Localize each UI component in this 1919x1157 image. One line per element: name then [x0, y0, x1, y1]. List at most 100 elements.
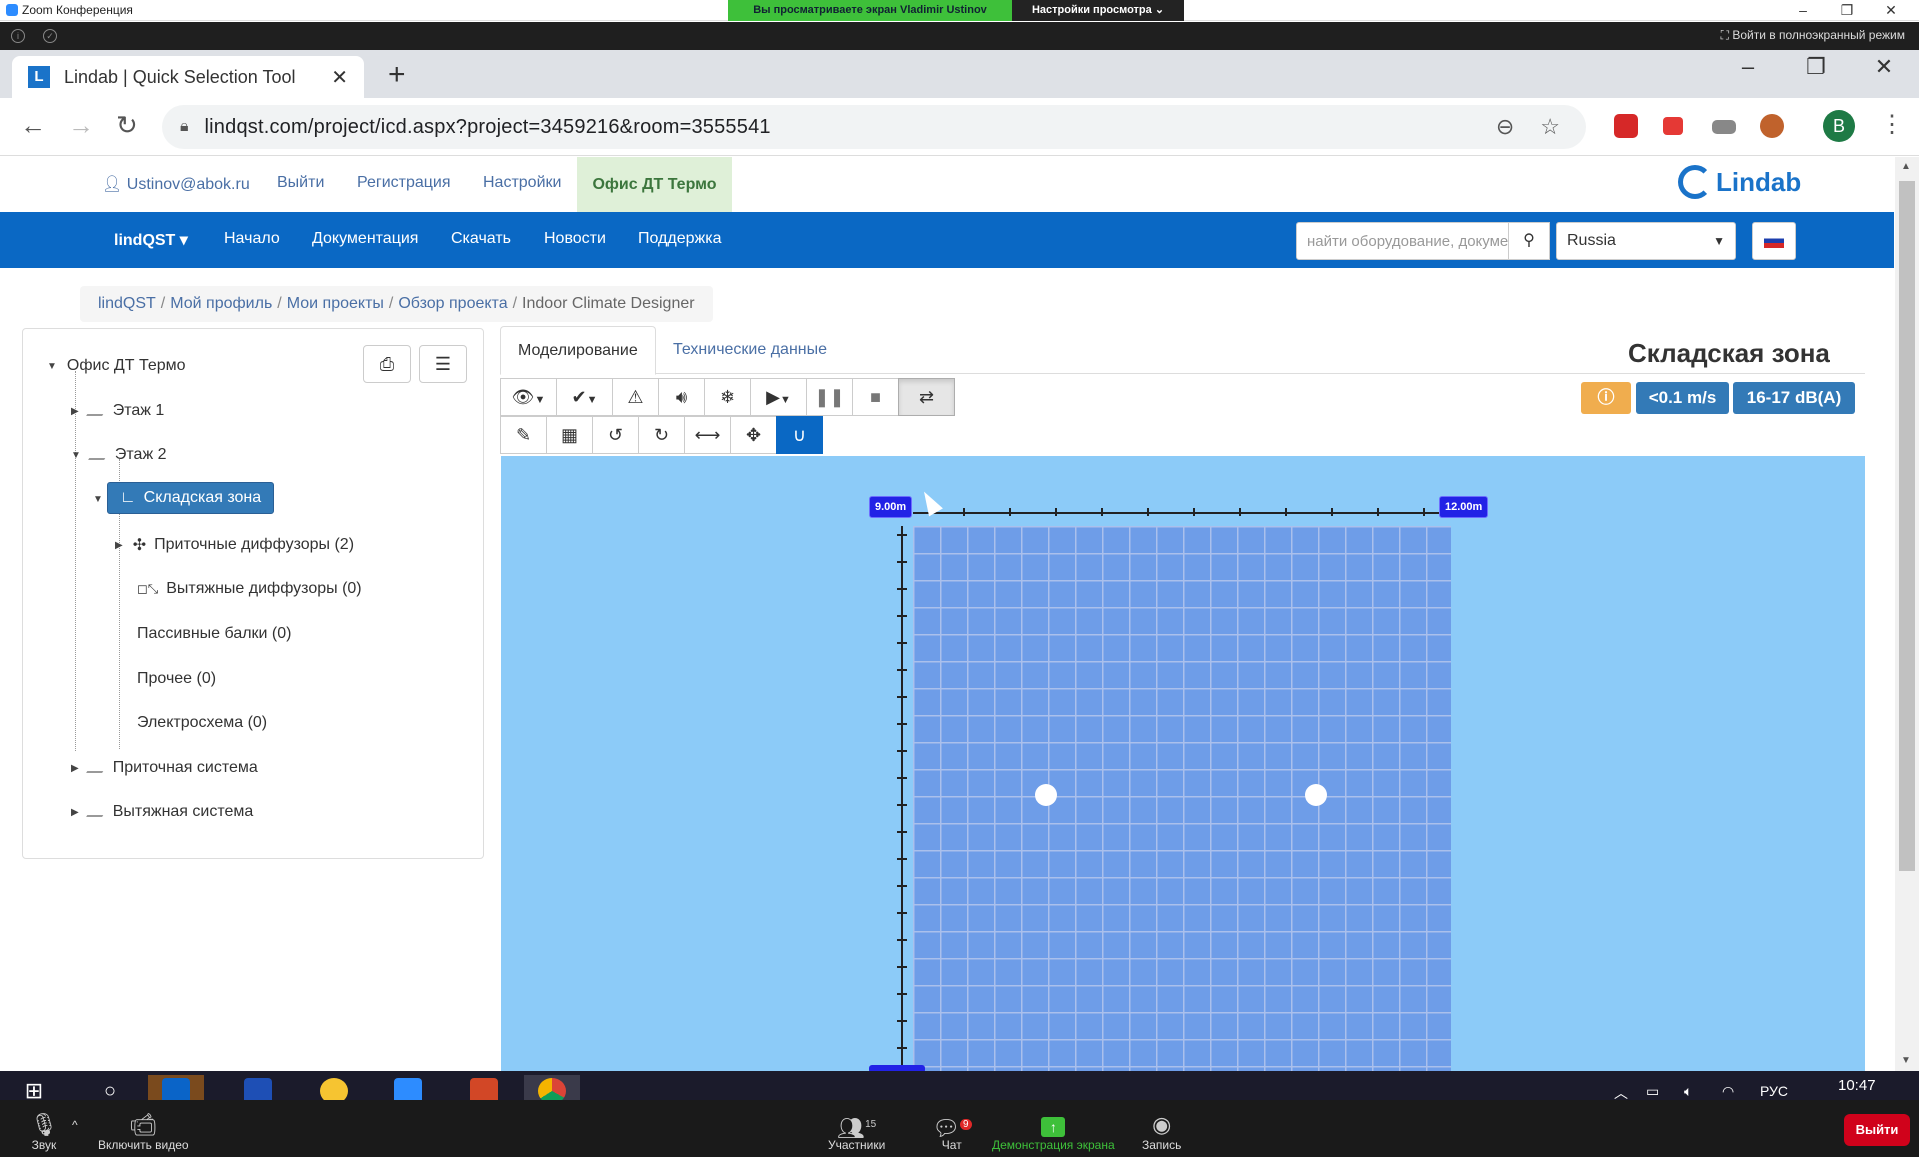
view-dropdown[interactable]: 👁︎▼ — [500, 378, 557, 416]
tree-floor-2[interactable]: ▼ Этаж 2 — [71, 446, 167, 464]
office-link[interactable]: Офис ДТ Термо — [577, 157, 732, 212]
language-flag-button[interactable] — [1752, 222, 1796, 260]
scroll-down-icon[interactable]: ▼ — [1901, 1055, 1911, 1066]
language-indicator[interactable]: РУС — [1760, 1083, 1788, 1099]
settings-link[interactable]: Настройки — [483, 174, 561, 192]
caret-right-icon[interactable]: ▶ — [115, 540, 123, 551]
tab-technical-data[interactable]: Технические данные — [656, 326, 844, 374]
forward-icon[interactable]: → — [68, 110, 94, 141]
supply-diffuser-marker[interactable] — [1035, 784, 1057, 806]
room-floor-grid[interactable] — [913, 526, 1451, 1071]
participants-button[interactable]: 👥︎15 Участники — [828, 1112, 885, 1152]
tree-exhaust-system[interactable]: ▶ Вытяжная система — [71, 803, 253, 821]
clock[interactable]: 10:47 — [1838, 1077, 1876, 1094]
stop-button[interactable]: ■ — [852, 378, 899, 416]
grid-button[interactable]: ▦ — [546, 416, 593, 454]
country-select[interactable]: Russia ▼ — [1556, 222, 1736, 260]
resize-horizontal-button[interactable]: ⟷ — [684, 416, 731, 454]
tree-passive-beams[interactable]: Пассивные балки (0) — [137, 625, 291, 643]
omnibox[interactable]: 🔒︎ lindqst.com/project/icd.aspx?project=… — [162, 105, 1586, 149]
browser-close-icon[interactable]: ✕ — [1856, 54, 1912, 80]
video-button[interactable]: 📹︎ Включить видео — [98, 1112, 189, 1152]
breadcrumb-projects[interactable]: Мои проекты — [287, 295, 384, 313]
tree-supply-diffusers[interactable]: ▶ ✣ Приточные диффузоры (2) — [115, 535, 354, 555]
swap-button[interactable]: ⇄ — [898, 378, 955, 416]
scrollbar-thumb[interactable] — [1899, 181, 1915, 871]
info-warning-badge[interactable]: ⓘ — [1581, 382, 1631, 414]
extension-icon[interactable] — [1663, 117, 1683, 135]
volume-icon[interactable]: 🔈︎ — [1684, 1083, 1692, 1100]
caret-down-icon[interactable]: ▼ — [93, 494, 103, 505]
fullscreen-button[interactable]: ⛶ Войти в полноэкранный режим — [1721, 28, 1905, 43]
bookmark-star-icon[interactable]: ☆ — [1540, 114, 1560, 140]
move-button[interactable]: ✥ — [730, 416, 777, 454]
ruler-label-right[interactable]: 12.00m — [1439, 496, 1489, 518]
caret-right-icon[interactable]: ▶ — [71, 406, 79, 417]
more-menu-icon[interactable]: ⋮ — [1880, 110, 1904, 139]
extension-icon[interactable] — [1712, 120, 1736, 134]
breadcrumb-profile[interactable]: Мой профиль — [170, 295, 272, 313]
browser-minimize-icon[interactable]: – — [1720, 54, 1776, 80]
search-icon[interactable]: ⚲ — [1508, 222, 1550, 260]
breadcrumb-lindqst[interactable]: lindQST — [98, 295, 156, 313]
register-link[interactable]: Регистрация — [357, 174, 451, 192]
wifi-icon[interactable]: ◠ — [1722, 1083, 1734, 1100]
menu-button[interactable]: ☰ — [419, 345, 467, 383]
tree-other[interactable]: Прочее (0) — [137, 670, 216, 688]
tree-zone-selected[interactable]: ∟ Складская зона — [107, 482, 275, 514]
tree-root[interactable]: ▼ Офис ДТ Термо — [47, 357, 186, 375]
tree-exhaust-diffusers[interactable]: ◻⤡ Вытяжные диффузоры (0) — [137, 580, 362, 598]
new-tab-icon[interactable]: + — [388, 58, 406, 92]
record-button[interactable]: ◉ Запись — [1142, 1112, 1181, 1152]
ruler-label-left[interactable]: 9.00m — [869, 496, 913, 518]
scroll-up-icon[interactable]: ▲ — [1901, 161, 1911, 172]
nav-news[interactable]: Новости — [544, 230, 606, 248]
close-icon[interactable]: ✕ — [1869, 0, 1913, 21]
draw-button[interactable]: ✎ — [500, 416, 547, 454]
caret-right-icon[interactable]: ▶ — [71, 807, 79, 818]
check-dropdown[interactable]: ✔▼ — [556, 378, 613, 416]
tab-modeling[interactable]: Моделирование — [500, 326, 656, 375]
pause-button[interactable]: ❚❚ — [806, 378, 853, 416]
logout-link[interactable]: Выйти — [277, 174, 324, 192]
tree-floor-1[interactable]: ▶ Этаж 1 — [71, 402, 164, 420]
nav-docs[interactable]: Документация — [312, 230, 418, 248]
play-dropdown[interactable]: ▶▼ — [750, 378, 807, 416]
info-icon[interactable]: i — [11, 29, 25, 43]
magnet-button[interactable]: ∪ — [776, 416, 823, 454]
chat-button[interactable]: 💬︎ 9 Чат — [932, 1112, 972, 1152]
rotate-right-button[interactable]: ↻ — [638, 416, 685, 454]
profile-avatar[interactable]: B — [1823, 110, 1855, 142]
minimize-icon[interactable]: – — [1781, 0, 1825, 21]
browser-tab[interactable]: L Lindab | Quick Selection Tool ✕ — [12, 56, 364, 98]
browser-restore-icon[interactable]: ❐ — [1788, 54, 1844, 80]
print-button[interactable]: ⎙ — [363, 345, 411, 383]
tree-supply-system[interactable]: ▶ Приточная система — [71, 759, 258, 777]
back-icon[interactable]: ← — [20, 110, 46, 141]
lindab-logo[interactable]: Lindab — [1678, 165, 1801, 199]
extension-icon[interactable] — [1760, 114, 1784, 138]
nav-home[interactable]: Начало — [224, 230, 280, 248]
restore-icon[interactable]: ❐ — [1825, 0, 1869, 21]
nav-support[interactable]: Поддержка — [638, 230, 721, 248]
audio-options-icon[interactable]: ^ — [72, 1118, 78, 1132]
shield-icon[interactable]: ✓ — [43, 29, 57, 43]
supply-diffuser-marker[interactable] — [1305, 784, 1327, 806]
tree-electric[interactable]: Электросхема (0) — [137, 714, 267, 732]
extension-icon[interactable] — [1614, 114, 1638, 138]
audio-button[interactable]: 🎙︎ Звук — [30, 1112, 58, 1152]
caret-right-icon[interactable]: ▶ — [71, 763, 79, 774]
share-screen-button[interactable]: ↑ Демонстрация экрана — [992, 1112, 1115, 1152]
page-scrollbar[interactable]: ▲ ▼ — [1895, 157, 1919, 1071]
room-canvas[interactable]: 9.00m 12.00m — [501, 456, 1865, 1071]
warning-button[interactable]: ⚠ — [612, 378, 659, 416]
tab-close-icon[interactable]: ✕ — [331, 65, 348, 90]
zoom-out-icon[interactable]: ⊖ — [1496, 114, 1514, 140]
caret-down-icon[interactable]: ▼ — [47, 361, 57, 372]
user-email-link[interactable]: 👤︎ Ustinov@abok.ru — [102, 174, 250, 194]
cooling-button[interactable]: ❄ — [704, 378, 751, 416]
rotate-left-button[interactable]: ↺ — [592, 416, 639, 454]
battery-icon[interactable]: ▭ — [1646, 1083, 1659, 1100]
leave-meeting-button[interactable]: Выйти — [1844, 1114, 1910, 1146]
nav-download[interactable]: Скачать — [451, 230, 511, 248]
